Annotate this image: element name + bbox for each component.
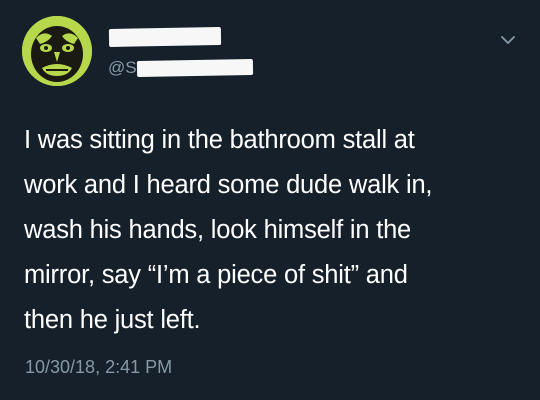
- handle-prefix: @S: [108, 58, 137, 77]
- avatar-image: [22, 16, 92, 86]
- chevron-down-icon[interactable]: [498, 30, 518, 50]
- tweet-card: @S I was sitting in the bathroom stall a…: [0, 0, 540, 400]
- redacted-handle: [136, 58, 253, 78]
- avatar[interactable]: [22, 16, 92, 86]
- redacted-display-name: [108, 27, 222, 47]
- tweet-text: I was sitting in the bathroom stall at w…: [24, 126, 433, 334]
- tweet-timestamp[interactable]: 10/30/18, 2:41 PM: [25, 355, 172, 379]
- handle-row[interactable]: @S: [108, 56, 253, 80]
